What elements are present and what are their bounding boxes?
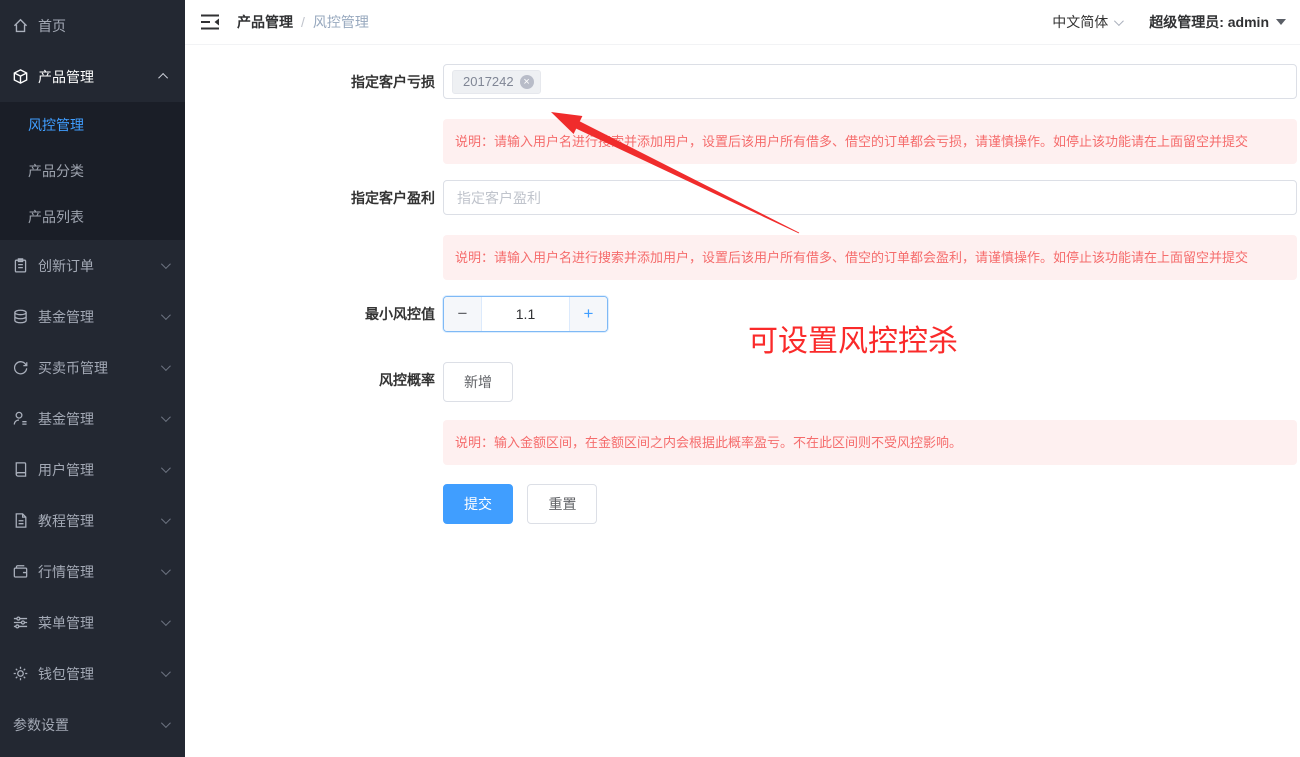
breadcrumb-current: 风控管理 [313, 12, 369, 32]
reset-button[interactable]: 重置 [527, 484, 597, 524]
breadcrumb-separator: / [301, 14, 305, 30]
sidebar-item-label: 行情管理 [38, 562, 161, 582]
user-icon [11, 410, 29, 428]
min-risk-label: 最小风控值 [185, 304, 443, 324]
sidebar-item-fund-management-2[interactable]: 基金管理 [0, 393, 185, 444]
chevron-down-icon [161, 718, 171, 728]
home-icon [11, 17, 29, 35]
profit-users-input[interactable] [443, 180, 1297, 215]
sidebar-subitem-product-list[interactable]: 产品列表 [0, 194, 185, 240]
cube-icon [11, 68, 29, 86]
language-selector[interactable]: 中文简体 [1052, 12, 1121, 32]
form-actions-row: 提交 重置 [185, 484, 1300, 524]
wallet-icon [11, 563, 29, 581]
order-icon [11, 257, 29, 275]
sidebar-item-innovation-orders[interactable]: 创新订单 [0, 240, 185, 291]
chevron-down-icon [161, 616, 171, 626]
sidebar-item-label: 用户管理 [38, 460, 161, 480]
user-label: 超级管理员: admin [1149, 12, 1269, 32]
chevron-down-icon [161, 310, 171, 320]
sidebar-item-label: 首页 [38, 16, 168, 36]
caret-down-icon [1276, 19, 1286, 25]
chevron-down-icon [1114, 16, 1124, 26]
risk-control-form: 指定客户亏损 2017242 × 说明：请输入用户名进行搜索并添加用户，设置后该… [185, 45, 1300, 524]
sidebar-item-market-management[interactable]: 行情管理 [0, 546, 185, 597]
sidebar-item-label: 菜单管理 [38, 613, 161, 633]
profit-users-row: 指定客户盈利 [185, 180, 1300, 215]
main-area: 产品管理 / 风控管理 中文简体 超级管理员: admin 指定客户亏损 201… [185, 0, 1300, 757]
top-bar: 产品管理 / 风控管理 中文简体 超级管理员: admin [185, 0, 1300, 45]
book-icon [11, 461, 29, 479]
chevron-down-icon [161, 412, 171, 422]
trade-icon [11, 359, 29, 377]
sidebar-subitem-product-category[interactable]: 产品分类 [0, 148, 185, 194]
chevron-down-icon [161, 565, 171, 575]
sidebar-item-fund-management-1[interactable]: 基金管理 [0, 291, 185, 342]
sidebar-item-label: 产品管理 [38, 67, 161, 87]
sliders-icon [11, 614, 29, 632]
min-risk-row: 最小风控值 − 1.1 + [185, 296, 1300, 332]
risk-probability-row: 风控概率 新增 [185, 362, 1300, 402]
user-dropdown[interactable]: 超级管理员: admin [1149, 12, 1286, 32]
gear-icon [11, 665, 29, 683]
sidebar-item-home[interactable]: 首页 [0, 0, 185, 51]
chevron-down-icon [161, 361, 171, 371]
loss-users-input[interactable]: 2017242 × [443, 64, 1297, 99]
stepper-increase-button[interactable]: + [569, 297, 607, 331]
chevron-down-icon [161, 259, 171, 269]
user-tag: 2017242 × [452, 70, 541, 94]
sidebar-item-menu-management[interactable]: 菜单管理 [0, 597, 185, 648]
sidebar-item-tutorial-management[interactable]: 教程管理 [0, 495, 185, 546]
profit-users-label: 指定客户盈利 [185, 188, 443, 208]
sidebar-item-label: 创新订单 [38, 256, 161, 276]
chevron-down-icon [161, 667, 171, 677]
sidebar-item-coin-trade-management[interactable]: 买卖币管理 [0, 342, 185, 393]
coins-icon [11, 308, 29, 326]
stepper-value[interactable]: 1.1 [482, 297, 569, 331]
loss-notice: 说明：请输入用户名进行搜索并添加用户，设置后该用户所有借多、借空的订单都会亏损，… [443, 119, 1297, 164]
risk-probability-notice: 说明：输入金额区间，在金额区间之内会根据此概率盈亏。不在此区间则不受风控影响。 [443, 420, 1297, 465]
sidebar-collapse-icon[interactable] [200, 13, 220, 31]
loss-users-label: 指定客户亏损 [185, 72, 443, 92]
breadcrumb-parent[interactable]: 产品管理 [237, 12, 293, 32]
min-risk-stepper: − 1.1 + [443, 296, 608, 332]
sidebar-item-label: 基金管理 [38, 409, 161, 429]
loss-users-row: 指定客户亏损 2017242 × [185, 64, 1300, 99]
product-management-submenu: 风控管理 产品分类 产品列表 [0, 102, 185, 240]
sidebar-item-parameter-settings[interactable]: 参数设置 [0, 699, 185, 750]
chevron-down-icon [161, 463, 171, 473]
profit-notice: 说明：请输入用户名进行搜索并添加用户，设置后该用户所有借多、借空的订单都会盈利，… [443, 235, 1297, 280]
sidebar-item-wallet-management[interactable]: 钱包管理 [0, 648, 185, 699]
sidebar-item-label: 基金管理 [38, 307, 161, 327]
sidebar-item-label: 钱包管理 [38, 664, 161, 684]
submit-button[interactable]: 提交 [443, 484, 513, 524]
chevron-down-icon [161, 514, 171, 524]
sidebar-item-user-management[interactable]: 用户管理 [0, 444, 185, 495]
sidebar-item-label: 参数设置 [13, 715, 161, 735]
add-range-button[interactable]: 新增 [443, 362, 513, 402]
breadcrumb: 产品管理 / 风控管理 [237, 12, 369, 32]
sidebar-subitem-risk-control[interactable]: 风控管理 [0, 102, 185, 148]
stepper-decrease-button[interactable]: − [444, 297, 482, 331]
sidebar-item-label: 买卖币管理 [38, 358, 161, 378]
risk-probability-label: 风控概率 [185, 362, 443, 390]
sidebar: 首页 产品管理 风控管理 产品分类 产品列表 创新订单 基金管理 [0, 0, 185, 757]
document-icon [11, 512, 29, 530]
sidebar-item-label: 教程管理 [38, 511, 161, 531]
sidebar-item-product-management[interactable]: 产品管理 [0, 51, 185, 102]
tag-close-icon[interactable]: × [520, 75, 534, 89]
